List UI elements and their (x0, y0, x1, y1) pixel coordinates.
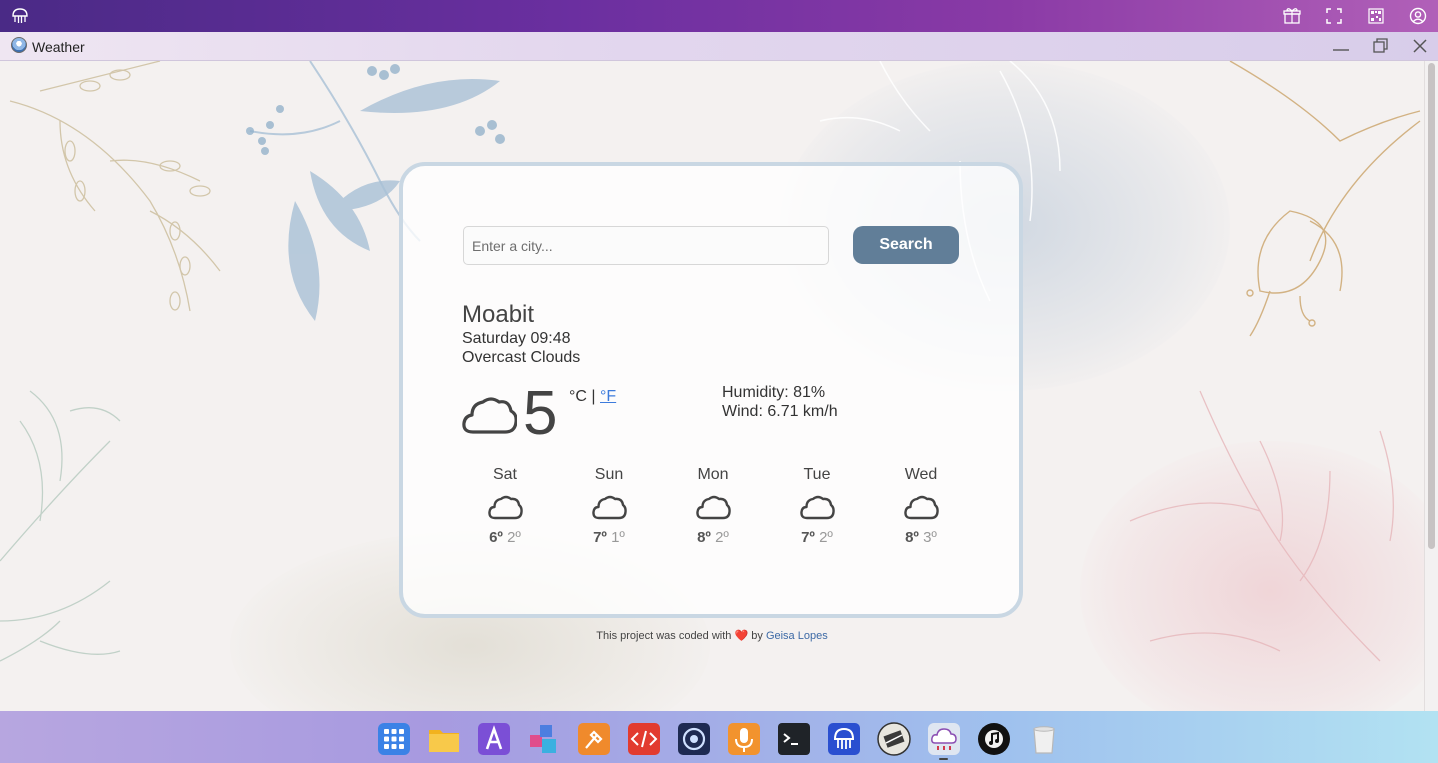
window-title-bar: Weather (0, 32, 1438, 61)
paint-brush-icon[interactable] (576, 721, 612, 757)
forecast-day: Mon 8º 2º (661, 466, 765, 546)
terminal-icon[interactable] (776, 721, 812, 757)
cloud-icon (800, 495, 835, 520)
forecast-day: Tue 7º 2º (765, 466, 869, 546)
forecast-max: 6º (489, 529, 503, 546)
author-link[interactable]: Geisa Lopes (766, 630, 828, 642)
jellyfish-icon[interactable] (826, 721, 862, 757)
forecast-day-name: Mon (697, 466, 729, 483)
app-grid-icon[interactable] (376, 721, 412, 757)
forecast-day: Sat 6º 2º (453, 466, 557, 546)
microphone-icon[interactable] (726, 721, 762, 757)
jellyfish-logo-icon[interactable] (10, 7, 30, 25)
celsius-unit[interactable]: °C (569, 388, 587, 405)
minimize-icon[interactable] (1330, 36, 1352, 56)
unit-separator: | (586, 388, 600, 405)
forecast-row: Sat 6º 2º Sun 7º 1º Mon 8º 2º Tue 7º 2º … (453, 466, 973, 556)
forecast-max: 8º (697, 529, 711, 546)
gift-icon[interactable] (1282, 6, 1302, 26)
wind-value: Wind: 6.71 km/h (722, 403, 838, 420)
cloud-icon (696, 495, 731, 520)
forecast-day-name: Sun (594, 466, 624, 483)
cloud-icon (462, 397, 517, 434)
scrollbar[interactable] (1424, 61, 1438, 711)
user-account-icon[interactable] (1408, 6, 1428, 26)
dock (0, 711, 1438, 763)
system-top-bar (0, 0, 1438, 32)
cloud-icon (488, 495, 523, 520)
heart-icon: ❤️ (734, 630, 749, 642)
window-title: Weather (32, 39, 85, 55)
weather-app-icon (11, 37, 27, 53)
footer-credit: This project was coded with ❤️ by Geisa … (0, 629, 1424, 642)
cloud-icon (592, 495, 627, 520)
city-search-input[interactable] (463, 226, 829, 265)
current-temperature: 5 (523, 379, 558, 448)
trash-icon[interactable] (1026, 721, 1062, 757)
forecast-min: 2º (507, 529, 521, 546)
active-app-indicator (939, 758, 948, 760)
forecast-min: 3º (923, 529, 937, 546)
cloud-icon (904, 495, 939, 520)
restore-icon[interactable] (1370, 36, 1392, 56)
text-editor-icon[interactable] (476, 721, 512, 757)
search-button[interactable]: Search (853, 226, 959, 264)
forecast-min: 2º (819, 529, 833, 546)
file-manager-icon[interactable] (426, 721, 462, 757)
weather-app-icon[interactable] (926, 721, 962, 757)
fullscreen-icon[interactable] (1324, 6, 1344, 26)
code-editor-icon[interactable] (626, 721, 662, 757)
close-icon[interactable] (1409, 36, 1431, 56)
forecast-min: 1º (611, 529, 625, 546)
forecast-day-name: Sat (492, 466, 517, 483)
qr-code-icon[interactable] (1366, 6, 1386, 26)
weather-description: Overcast Clouds (462, 349, 581, 366)
forecast-day-name: Tue (803, 466, 831, 483)
scrollbar-thumb[interactable] (1428, 63, 1435, 549)
forecast-max: 7º (593, 529, 607, 546)
weather-card: Search Moabit Saturday 09:48 Overcast Cl… (399, 162, 1023, 618)
footer-text: This project was coded with (596, 630, 732, 642)
humidity-value: Humidity: 81% (722, 384, 826, 401)
forecast-max: 8º (905, 529, 919, 546)
3d-cubes-icon[interactable] (526, 721, 562, 757)
fahrenheit-link[interactable]: °F (600, 388, 616, 405)
forecast-max: 7º (801, 529, 815, 546)
unit-toggle: °C | °F (569, 388, 616, 406)
app-viewport: Search Moabit Saturday 09:48 Overcast Cl… (0, 61, 1438, 711)
camera-icon[interactable] (676, 721, 712, 757)
music-player-icon[interactable] (976, 721, 1012, 757)
current-datetime: Saturday 09:48 (462, 330, 571, 347)
forecast-day-name: Wed (904, 466, 938, 483)
city-name: Moabit (462, 301, 535, 328)
forecast-day: Wed 8º 3º (869, 466, 973, 546)
footer-by: by (751, 630, 763, 642)
forecast-min: 2º (715, 529, 729, 546)
forecast-day: Sun 7º 1º (557, 466, 661, 546)
tool-app-icon[interactable] (876, 721, 912, 757)
